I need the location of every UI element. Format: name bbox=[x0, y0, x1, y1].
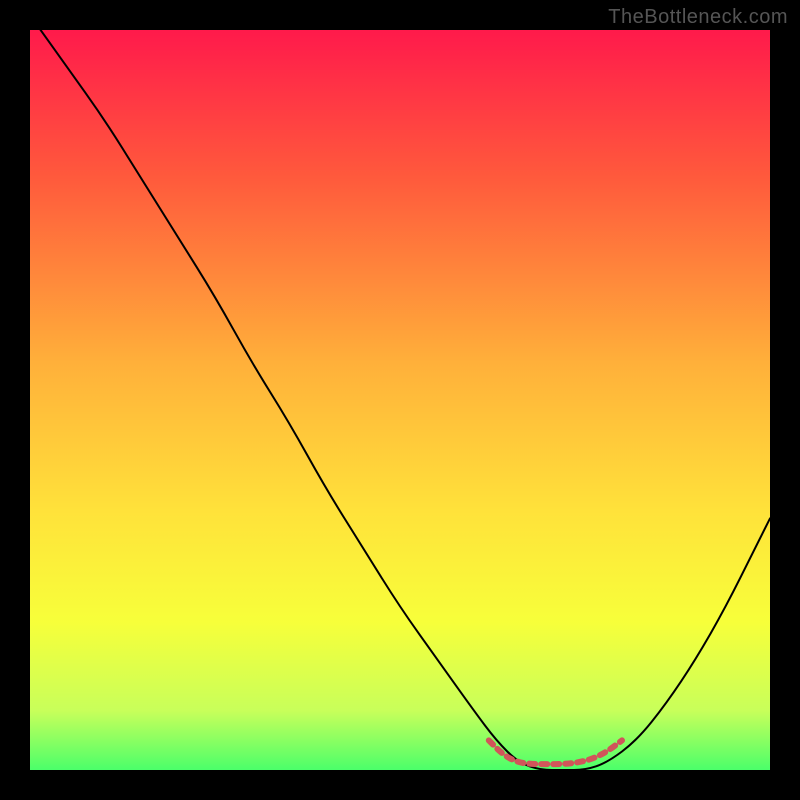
watermark-text: TheBottleneck.com bbox=[608, 6, 788, 29]
chart-svg bbox=[30, 30, 770, 770]
chart-plot-area bbox=[30, 30, 770, 770]
gradient-background bbox=[30, 30, 770, 770]
chart-frame: TheBottleneck.com bbox=[0, 0, 800, 800]
